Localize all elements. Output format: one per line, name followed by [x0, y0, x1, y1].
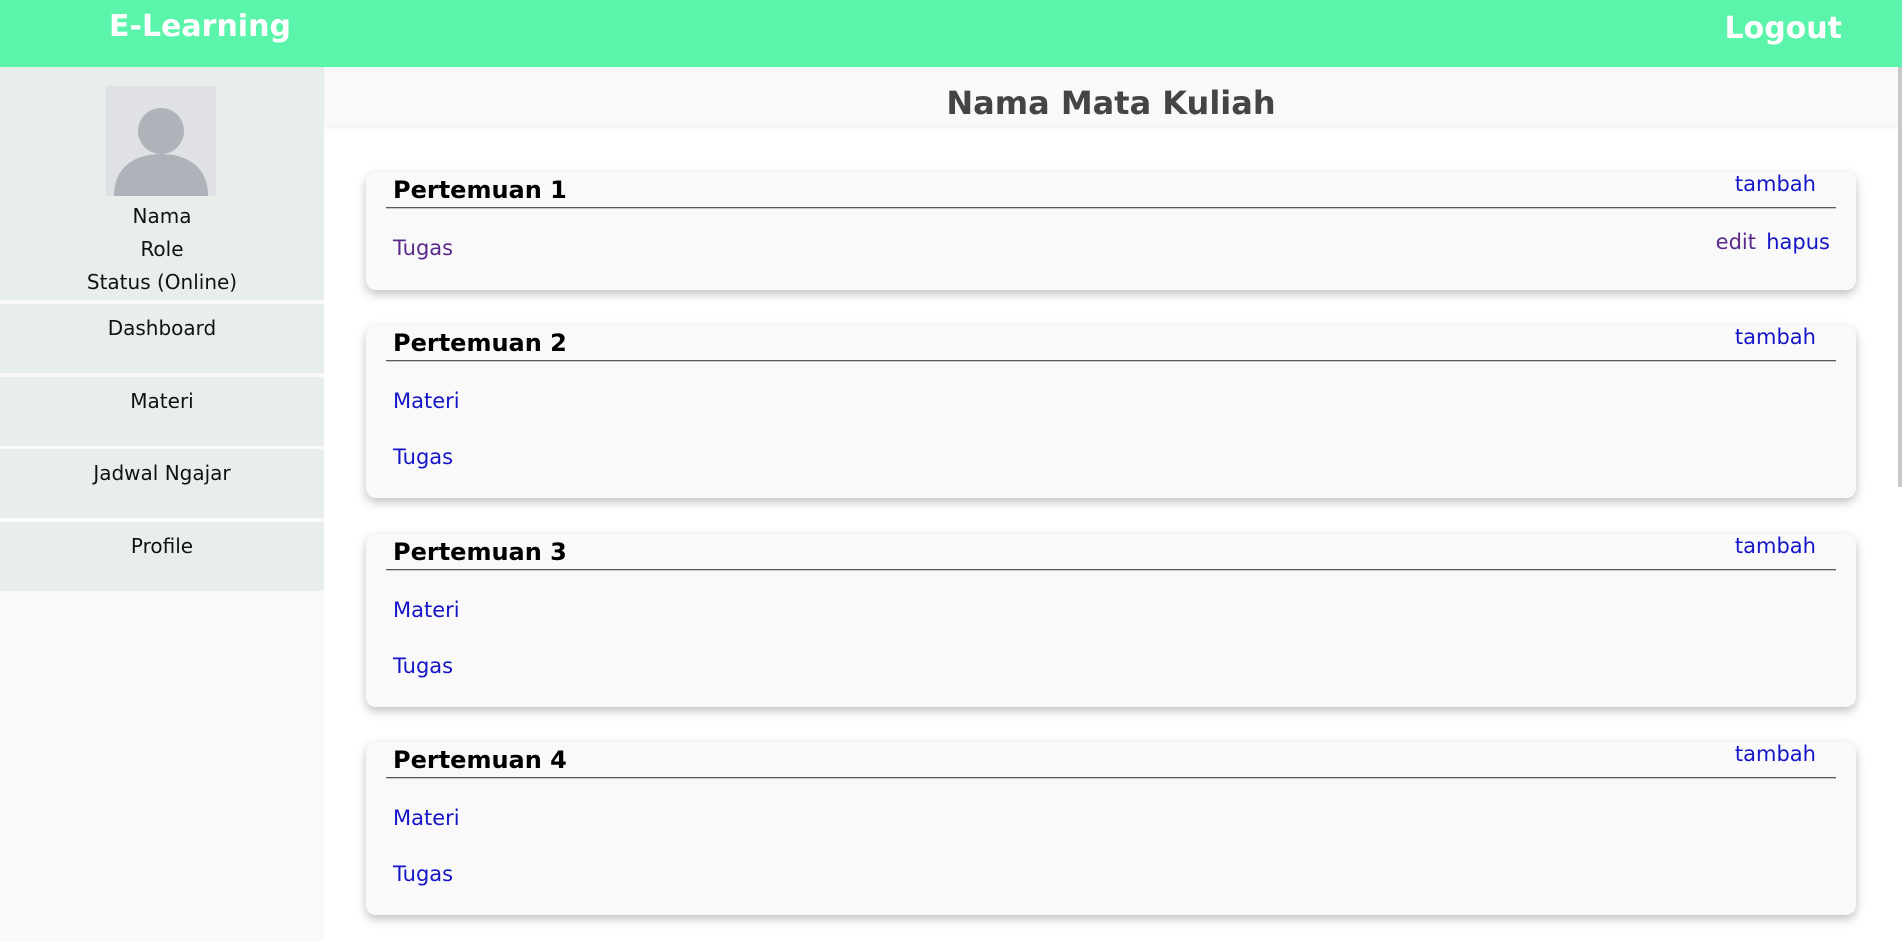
profile-status: Status (Online) [86, 270, 238, 294]
sidebar: Nama Role Status (Online) Dashboard Mate… [0, 67, 324, 942]
scrollbar[interactable] [1898, 67, 1902, 487]
tugas-link[interactable]: Tugas [393, 236, 453, 260]
profile-role: Role [140, 237, 184, 261]
add-link[interactable]: tambah [1735, 534, 1816, 558]
page-title: Nama Mata Kuliah [946, 84, 1276, 122]
materi-link[interactable]: Materi [393, 389, 460, 413]
meeting-title: Pertemuan 4 [393, 746, 567, 774]
brand-link[interactable]: E-Learning [109, 9, 291, 44]
divider [386, 360, 1836, 362]
divider [386, 207, 1836, 209]
meeting-title: Pertemuan 1 [393, 176, 567, 204]
main-header: Nama Mata Kuliah [324, 67, 1902, 125]
sidebar-item-jadwal-ngajar[interactable]: Jadwal Ngajar [0, 449, 324, 518]
meeting-title: Pertemuan 3 [393, 538, 567, 566]
divider [386, 777, 1836, 779]
meeting-card-1: Pertemuan 1 tambah Tugas edit hapus [366, 172, 1856, 290]
edit-link[interactable]: edit [1716, 230, 1756, 254]
sidebar-item-dashboard[interactable]: Dashboard [0, 304, 324, 373]
tugas-link[interactable]: Tugas [393, 654, 453, 678]
materi-link[interactable]: Materi [393, 806, 460, 830]
add-link[interactable]: tambah [1735, 742, 1816, 766]
tugas-link[interactable]: Tugas [393, 445, 453, 469]
add-link[interactable]: tambah [1735, 325, 1816, 349]
user-silhouette-icon [106, 86, 216, 196]
sidebar-item-profile[interactable]: Profile [0, 522, 324, 591]
tugas-link[interactable]: Tugas [393, 862, 453, 886]
divider [386, 569, 1836, 571]
logout-link[interactable]: Logout [1724, 11, 1842, 46]
meeting-card-4: Pertemuan 4 tambah Materi Tugas [366, 742, 1856, 915]
meeting-card-2: Pertemuan 2 tambah Materi Tugas [366, 325, 1856, 498]
meeting-title: Pertemuan 2 [393, 329, 567, 357]
top-navbar: E-Learning Logout [0, 0, 1902, 67]
add-link[interactable]: tambah [1735, 172, 1816, 196]
delete-link[interactable]: hapus [1766, 230, 1830, 254]
profile-name: Nama [132, 204, 192, 228]
sidebar-item-materi[interactable]: Materi [0, 377, 324, 446]
meeting-card-3: Pertemuan 3 tambah Materi Tugas [366, 534, 1856, 707]
profile-panel: Nama Role Status (Online) [0, 67, 324, 300]
materi-link[interactable]: Materi [393, 598, 460, 622]
